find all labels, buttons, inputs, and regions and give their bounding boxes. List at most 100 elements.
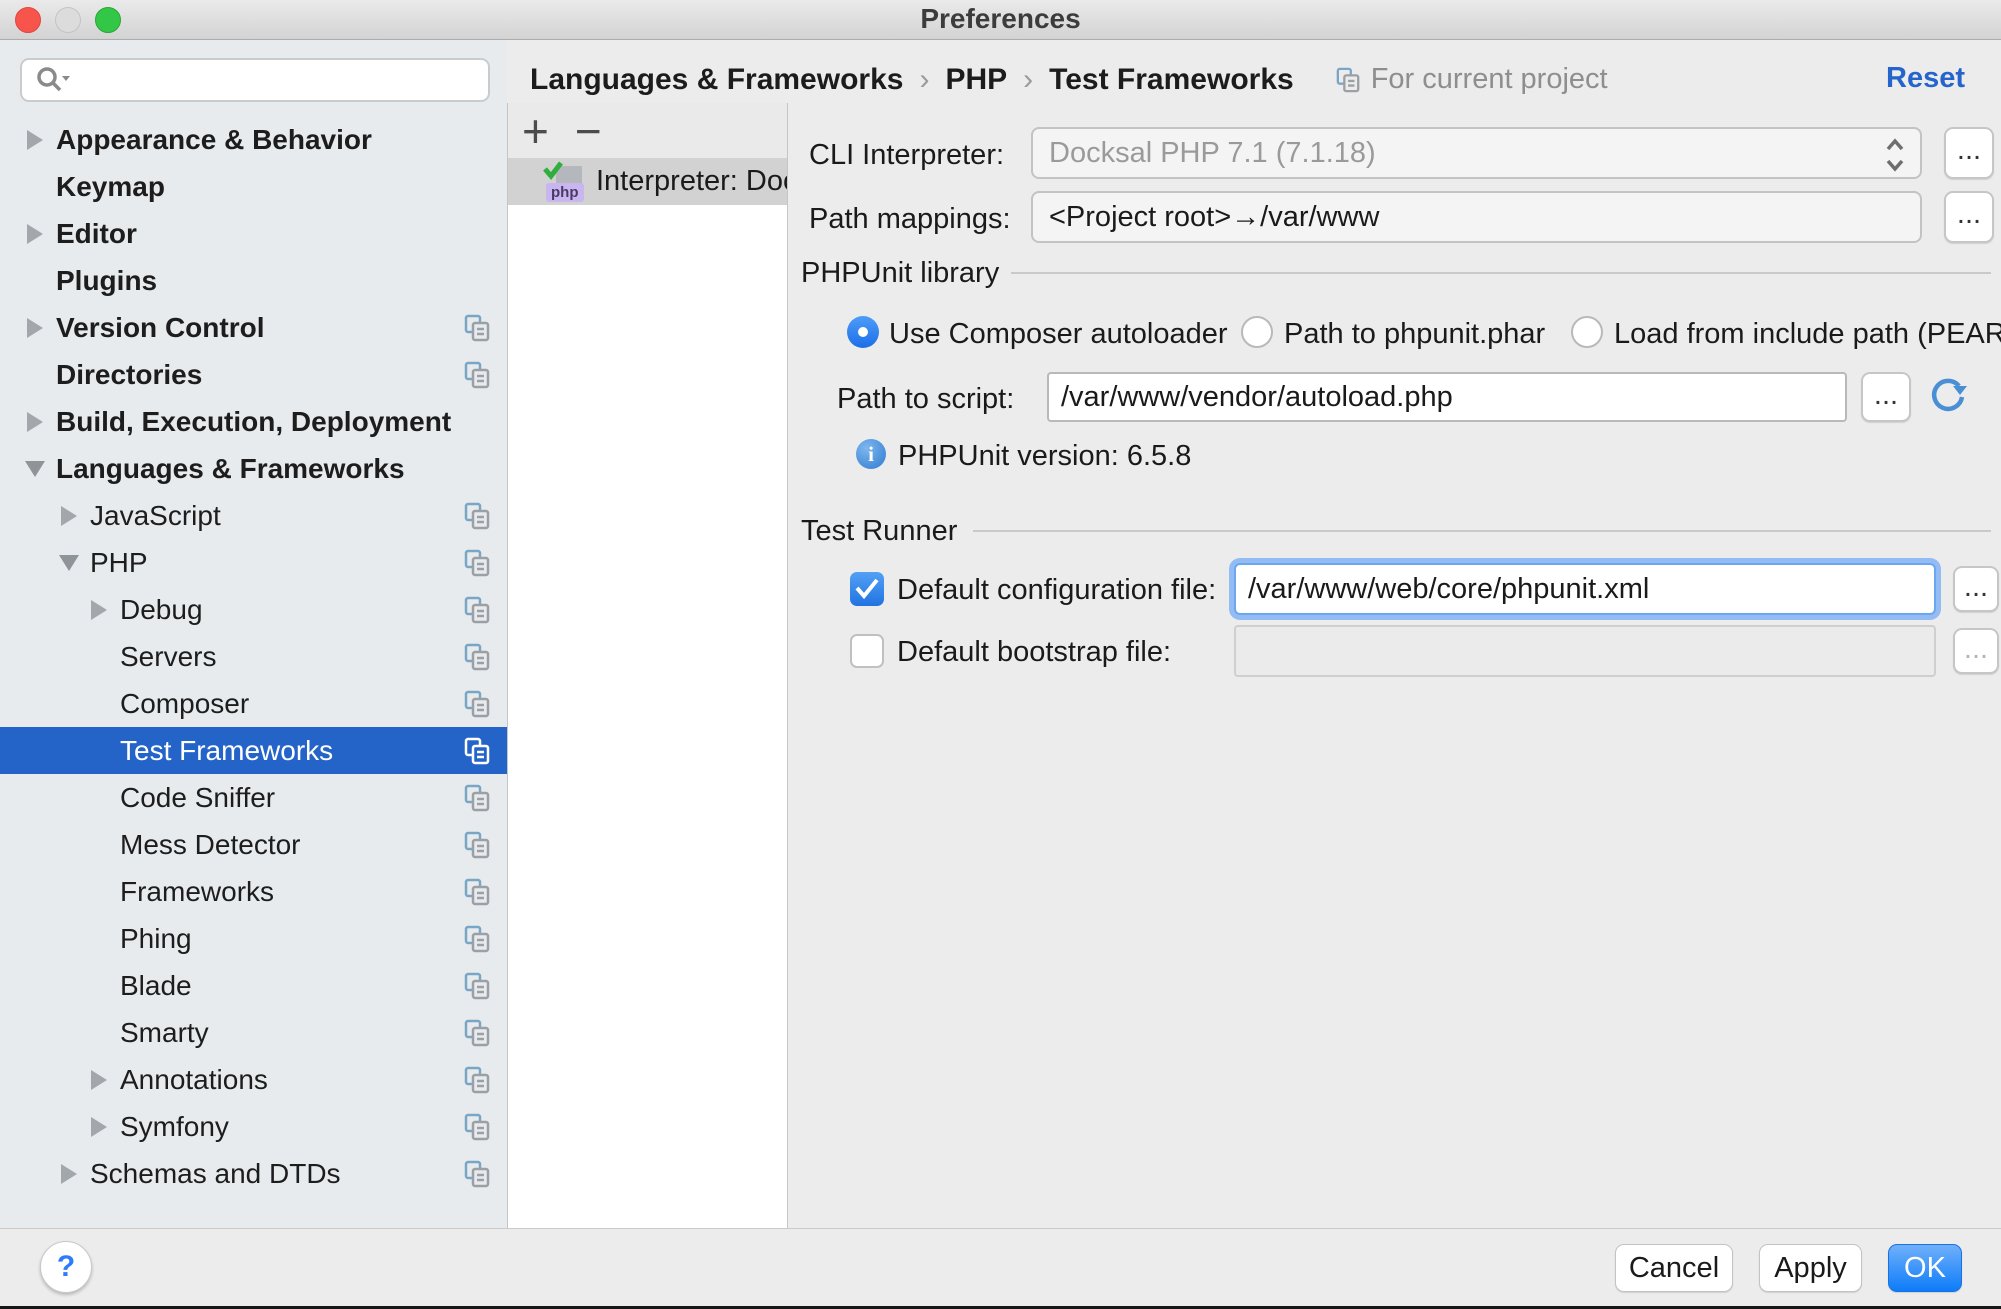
expand-arrow-icon[interactable]	[61, 1164, 77, 1184]
settings-sidebar: Appearance & Behavior Keymap Editor Plug…	[0, 40, 507, 1228]
expand-arrow-icon[interactable]	[91, 600, 107, 620]
info-icon	[856, 439, 886, 469]
add-interpreter-button[interactable]: +	[516, 108, 555, 154]
cancel-button[interactable]: Cancel	[1615, 1244, 1733, 1292]
breadcrumb-languages-frameworks[interactable]: Languages & Frameworks	[530, 63, 903, 97]
settings-copy-icon	[464, 925, 491, 953]
sidebar-item-label: Build, Execution, Deployment	[56, 406, 451, 438]
expand-arrow-slot	[54, 506, 84, 526]
sidebar-item[interactable]: Directories	[0, 351, 507, 398]
sidebar-item[interactable]: Plugins	[0, 257, 507, 304]
sidebar-item[interactable]: Blade	[0, 962, 507, 1009]
sidebar-item[interactable]: Appearance & Behavior	[0, 116, 507, 163]
sidebar-item-label: Debug	[120, 594, 203, 626]
default-config-input[interactable]	[1234, 563, 1936, 615]
sidebar-item[interactable]: Annotations	[0, 1056, 507, 1103]
sidebar-item[interactable]: Debug	[0, 586, 507, 633]
sidebar-item[interactable]: Schemas and DTDs	[0, 1150, 507, 1197]
search-input[interactable]	[70, 62, 488, 98]
default-bootstrap-checkbox[interactable]	[850, 634, 884, 668]
sidebar-item[interactable]: Smarty	[0, 1009, 507, 1056]
sidebar-item-label: Languages & Frameworks	[56, 453, 405, 485]
sidebar-item[interactable]: Mess Detector	[0, 821, 507, 868]
settings-copy-icon	[464, 831, 491, 859]
sidebar-item[interactable]: Version Control	[0, 304, 507, 351]
use-composer-autoloader-label: Use Composer autoloader	[889, 318, 1228, 351]
sidebar-item-label: Appearance & Behavior	[56, 124, 372, 156]
settings-copy-icon	[464, 784, 491, 812]
sidebar-item[interactable]: JavaScript	[0, 492, 507, 539]
help-button[interactable]: ?	[40, 1241, 92, 1293]
preferences-window: Preferences Appearance & Behavior Keymap	[0, 0, 2001, 1309]
interpreters-panel: + − php Interpreter: Dock	[507, 103, 788, 1228]
path-to-script-browse-button[interactable]: ...	[1861, 372, 1911, 422]
apply-button[interactable]: Apply	[1759, 1244, 1862, 1292]
sidebar-item-label: Composer	[120, 688, 249, 720]
settings-header: Languages & Frameworks › PHP › Test Fram…	[507, 40, 2001, 103]
expand-arrow-icon[interactable]	[61, 506, 77, 526]
settings-copy-icon	[464, 502, 491, 530]
sidebar-item[interactable]: Code Sniffer	[0, 774, 507, 821]
settings-copy-icon	[464, 737, 491, 765]
sidebar-item[interactable]: Test Frameworks	[0, 727, 507, 774]
sidebar-item[interactable]: Frameworks	[0, 868, 507, 915]
footer-bar: ? Cancel Apply OK	[0, 1228, 2001, 1306]
expand-arrow-icon[interactable]	[25, 461, 45, 477]
sidebar-item-label: Mess Detector	[120, 829, 301, 861]
path-to-phpunit-phar-radio[interactable]	[1241, 316, 1273, 348]
settings-copy-icon	[464, 549, 491, 577]
sidebar-item[interactable]: Composer	[0, 680, 507, 727]
sidebar-item-label: Symfony	[120, 1111, 229, 1143]
default-bootstrap-label: Default bootstrap file:	[897, 636, 1171, 669]
interpreter-list-item[interactable]: php Interpreter: Dock	[508, 158, 787, 205]
sidebar-item[interactable]: Symfony	[0, 1103, 507, 1150]
default-config-checkbox[interactable]	[850, 572, 884, 606]
expand-arrow-icon[interactable]	[91, 1117, 107, 1137]
expand-arrow-slot	[84, 600, 114, 620]
expand-arrow-icon[interactable]	[91, 1070, 107, 1090]
checkmark-icon	[854, 578, 880, 600]
cli-interpreter-select[interactable]: Docksal PHP 7.1 (7.1.18)	[1031, 127, 1922, 179]
settings-copy-icon	[464, 643, 491, 671]
path-mappings-browse-button[interactable]: ...	[1944, 191, 1994, 243]
load-from-include-path-radio[interactable]	[1571, 316, 1603, 348]
window-title: Preferences	[0, 0, 2001, 40]
remove-interpreter-button[interactable]: −	[569, 108, 608, 154]
settings-copy-icon	[464, 690, 491, 718]
section-divider	[1011, 272, 1991, 274]
breadcrumb-chevron-icon: ›	[919, 63, 929, 97]
sidebar-item[interactable]: Servers	[0, 633, 507, 680]
settings-copy-icon	[464, 1160, 491, 1188]
use-composer-autoloader-radio[interactable]	[847, 316, 879, 348]
cli-interpreter-browse-button[interactable]: ...	[1944, 127, 1994, 179]
expand-arrow-icon[interactable]	[27, 224, 43, 244]
sidebar-item[interactable]: Languages & Frameworks	[0, 445, 507, 492]
default-config-browse-button[interactable]: ...	[1953, 566, 1999, 612]
refresh-icon[interactable]	[1926, 375, 1970, 419]
title-bar: Preferences	[0, 0, 2001, 40]
default-bootstrap-input[interactable]	[1234, 625, 1936, 677]
default-bootstrap-browse-button[interactable]: ...	[1953, 628, 1999, 674]
sidebar-item-label: Servers	[120, 641, 216, 673]
expand-arrow-icon[interactable]	[27, 412, 43, 432]
sidebar-item[interactable]: Phing	[0, 915, 507, 962]
interpreters-toolbar: + −	[508, 103, 787, 158]
stepper-icon[interactable]	[1878, 135, 1912, 175]
sidebar-tree: Appearance & Behavior Keymap Editor Plug…	[0, 116, 507, 1197]
ok-button[interactable]: OK	[1888, 1244, 1962, 1292]
expand-arrow-icon[interactable]	[27, 318, 43, 338]
sidebar-item[interactable]: PHP	[0, 539, 507, 586]
expand-arrow-icon[interactable]	[59, 555, 79, 571]
breadcrumb-test-frameworks[interactable]: Test Frameworks	[1049, 63, 1294, 97]
path-to-script-input[interactable]	[1047, 372, 1847, 422]
sidebar-item[interactable]: Build, Execution, Deployment	[0, 398, 507, 445]
sidebar-item[interactable]: Editor	[0, 210, 507, 257]
sidebar-item[interactable]: Keymap	[0, 163, 507, 210]
reset-link[interactable]: Reset	[1886, 62, 1965, 95]
sidebar-item-label: Test Frameworks	[120, 735, 333, 767]
interpreter-item-label: Interpreter: Dock	[596, 165, 787, 198]
breadcrumb-php[interactable]: PHP	[945, 63, 1007, 97]
expand-arrow-icon[interactable]	[27, 130, 43, 150]
search-box[interactable]	[20, 58, 490, 102]
path-mappings-field[interactable]: <Project root>→/var/www	[1031, 191, 1922, 243]
